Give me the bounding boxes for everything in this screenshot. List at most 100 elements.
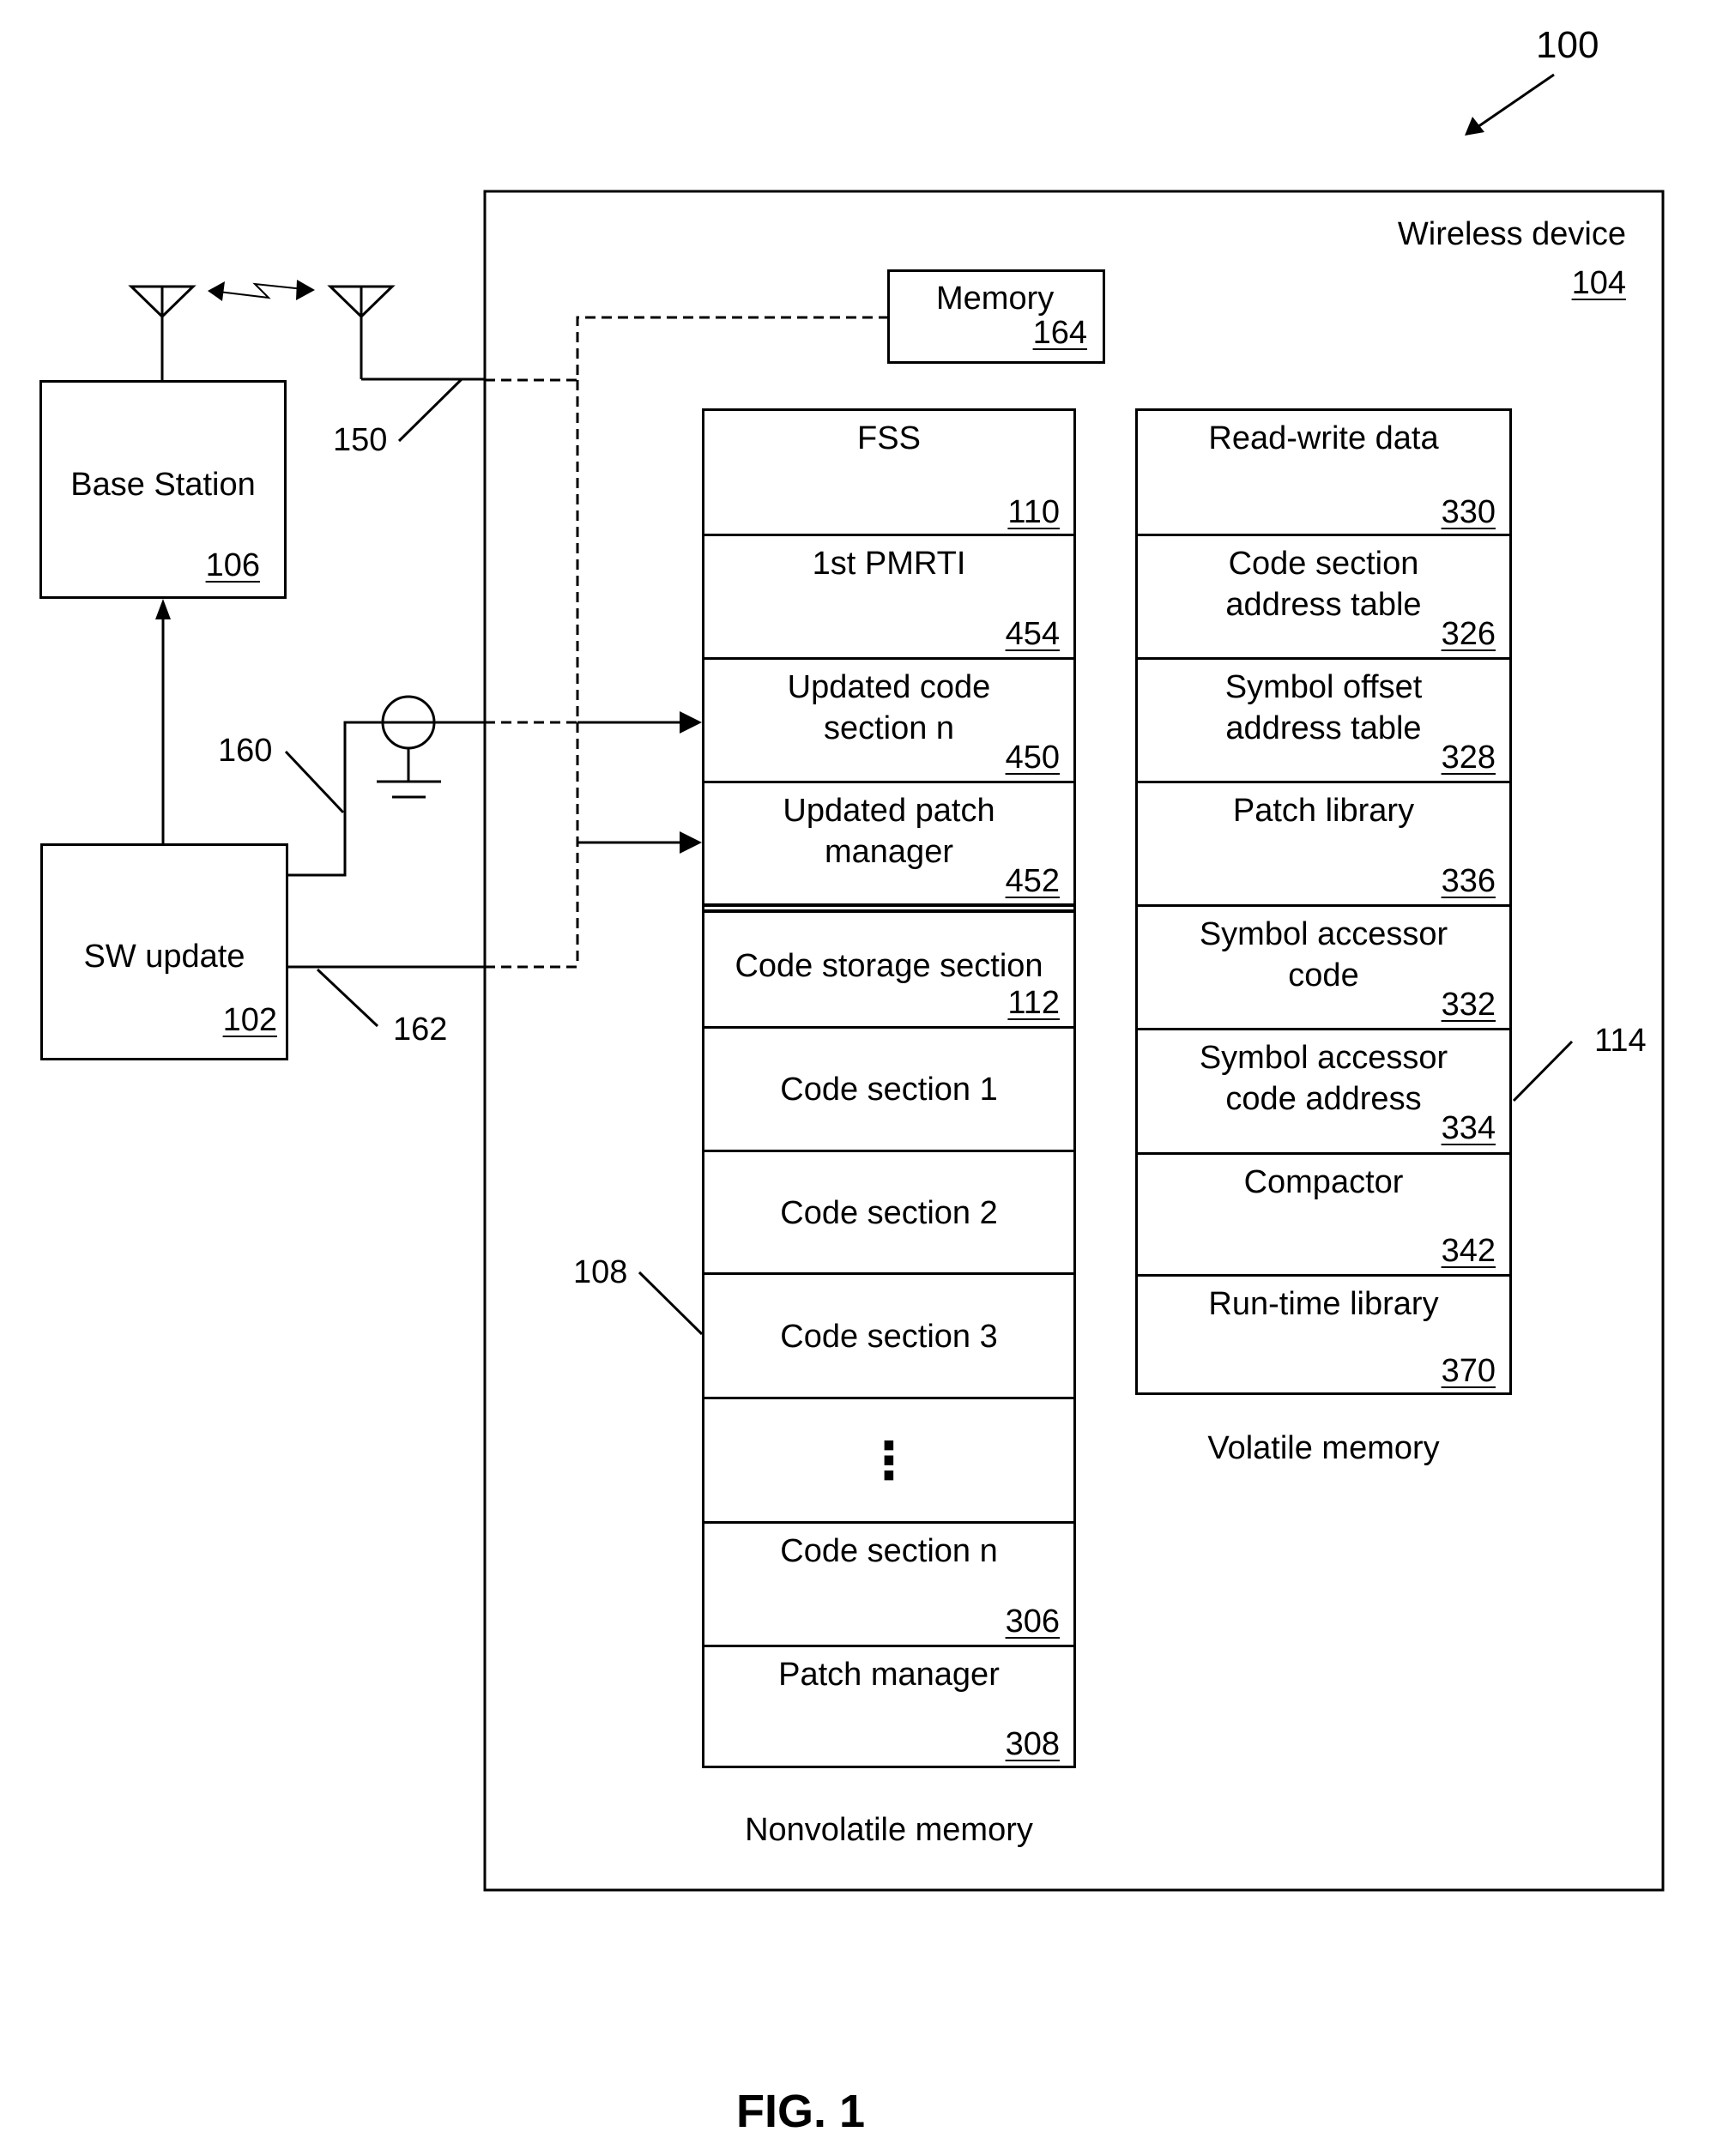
ref-label-162: 162	[393, 1012, 448, 1048]
volatile-memory-caption: Volatile memory	[1207, 1430, 1440, 1466]
cell-label: Patch library	[1232, 793, 1415, 829]
memory-cell-symbol-accessor-code-address: Symbol accessor code address 334	[1138, 1028, 1509, 1152]
cell-ref: 306	[1005, 1603, 1060, 1640]
memory-cell-compactor: Compactor 342	[1138, 1152, 1509, 1275]
memory-cell-code-section-1: Code section 1	[704, 1026, 1073, 1150]
leader-160	[284, 750, 345, 814]
nonvolatile-memory-caption: Nonvolatile memory	[745, 1812, 1033, 1848]
link-160	[287, 721, 383, 877]
memory-cell-patch-library: Patch library 336	[1138, 781, 1509, 905]
cell-label-line2: address table	[1225, 710, 1422, 746]
cell-ref: 452	[1005, 863, 1060, 899]
cell-label-line1: Symbol offset	[1224, 669, 1423, 705]
cell-label: Compactor	[1243, 1164, 1404, 1200]
figure-caption: FIG. 1	[736, 2086, 866, 2137]
memory-cell-ellipsis: ⋮	[704, 1397, 1073, 1522]
antenna-icon	[128, 285, 196, 380]
leader-150	[397, 377, 463, 443]
cell-label: Updated patch manager	[704, 790, 1073, 873]
cell-label: Code section 1	[780, 1072, 998, 1108]
memory-box: Memory 164	[887, 269, 1105, 364]
base-station-label: Base Station	[70, 467, 256, 503]
cell-ref: 308	[1005, 1726, 1060, 1762]
cell-label: Updated code section n	[704, 667, 1073, 749]
volatile-memory: Read-write data 330 Code section address …	[1135, 408, 1512, 1395]
memory-cell-code-section-2: Code section 2	[704, 1150, 1073, 1273]
memory-cell-code-section-3: Code section 3	[704, 1272, 1073, 1398]
cell-label: Symbol accessor code	[1138, 914, 1509, 996]
cell-ref: 328	[1441, 740, 1496, 776]
cell-label-line1: Code section	[1228, 546, 1419, 582]
memory-cell-fss: FSS 110	[704, 411, 1073, 536]
arrowhead-icon	[680, 711, 702, 734]
base-station-box: Base Station 106	[39, 380, 287, 599]
memory-cell-updated-patch-manager: Updated patch manager 452	[704, 781, 1073, 905]
cell-label-line1: Symbol accessor	[1199, 1040, 1448, 1076]
cell-label: Run-time library	[1208, 1286, 1439, 1322]
memory-cell-read-write-data: Read-write data 330	[1138, 411, 1509, 536]
memory-cell-code-section-address-table: Code section address table 326	[1138, 534, 1509, 658]
cell-ref: 342	[1441, 1233, 1496, 1269]
sw-update-box: SW update 102	[40, 843, 288, 1060]
cell-ref: 112	[1007, 985, 1060, 1021]
cell-ref: 110	[1007, 494, 1060, 530]
wireless-device-label: Wireless device	[1397, 216, 1626, 252]
memory-cell-symbol-accessor-code: Symbol accessor code 332	[1138, 904, 1509, 1029]
cell-label-line2: code address	[1225, 1081, 1422, 1117]
cell-ref: 326	[1441, 616, 1496, 652]
cell-label: Symbol offset address table	[1138, 667, 1509, 749]
base-station-ref: 106	[205, 547, 260, 583]
cell-label: FSS	[857, 420, 921, 456]
memory-ref: 164	[1032, 315, 1087, 351]
figure-ref-arrow	[1477, 73, 1555, 129]
wireless-device-ref: 104	[1571, 265, 1626, 301]
antenna-icon	[327, 285, 485, 381]
ref-label-114: 114	[1594, 1023, 1647, 1059]
arrowhead-icon	[680, 831, 702, 854]
figure-ref-arrowhead	[1465, 117, 1484, 136]
cell-label-line2: section n	[823, 710, 955, 746]
cell-ref: 450	[1005, 740, 1060, 776]
memory-cell-pmrti: 1st PMRTI 454	[704, 534, 1073, 658]
leader-108	[638, 1271, 704, 1336]
dashed-link-memory	[485, 316, 887, 382]
cell-label-line1: Updated patch	[783, 793, 995, 829]
cell-label-line2: code	[1288, 957, 1359, 993]
memory-cell-patch-manager: Patch manager 308	[704, 1645, 1073, 1768]
ref-label-150: 150	[333, 422, 388, 458]
leader-114	[1512, 1040, 1574, 1102]
nonvolatile-memory: FSS 110 1st PMRTI 454 Updated code sectio…	[702, 408, 1076, 1768]
leader-162	[316, 968, 379, 1028]
cell-ref: 336	[1441, 863, 1496, 899]
ref-label-160: 160	[218, 733, 273, 769]
vertical-ellipsis-icon: ⋮	[863, 1431, 915, 1489]
sw-update-label: SW update	[83, 939, 245, 975]
memory-cell-code-storage-section: Code storage section 112	[704, 903, 1073, 1029]
cell-label: Read-write data	[1208, 420, 1439, 456]
cell-label: 1st PMRTI	[812, 546, 966, 582]
cell-ref: 330	[1441, 494, 1496, 530]
ref-label-108: 108	[573, 1254, 628, 1290]
cell-label: Symbol accessor code address	[1138, 1037, 1509, 1120]
memory-cell-updated-code-section: Updated code section n 450	[704, 657, 1073, 782]
cell-ref: 370	[1441, 1353, 1496, 1389]
cell-ref: 334	[1441, 1110, 1496, 1146]
cell-label-line2: manager	[825, 834, 953, 870]
cell-label: Code section 3	[780, 1318, 998, 1355]
cell-label: Patch manager	[778, 1657, 1000, 1693]
wireless-link-icon	[208, 280, 315, 301]
cell-ref: 454	[1005, 616, 1060, 652]
arrowhead-icon	[155, 599, 171, 619]
cell-label-line1: Symbol accessor	[1199, 916, 1448, 952]
cell-label-line2: address table	[1225, 587, 1422, 623]
memory-cell-code-section-n: Code section n 306	[704, 1521, 1073, 1646]
sw-update-ref: 102	[222, 1002, 277, 1038]
cell-ref: 332	[1441, 987, 1496, 1023]
cell-label: Code section 2	[780, 1194, 998, 1231]
memory-cell-symbol-offset-address-table: Symbol offset address table 328	[1138, 657, 1509, 782]
cell-label-line1: Updated code	[787, 669, 991, 705]
cell-label: Code section address table	[1138, 543, 1509, 625]
cell-label: Code storage section	[735, 948, 1043, 984]
memory-cell-run-time-library: Run-time library 370	[1138, 1274, 1509, 1395]
figure-ref-number: 100	[1536, 24, 1599, 66]
